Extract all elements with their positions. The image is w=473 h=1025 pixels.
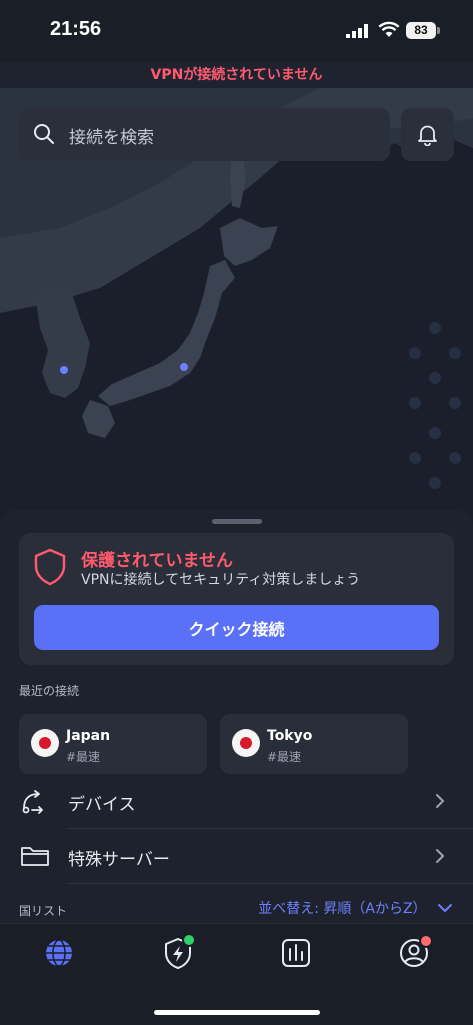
clock: 21:56	[50, 18, 102, 40]
home-indicator	[154, 1010, 320, 1015]
japan-flag-icon	[31, 729, 59, 757]
sort-selector[interactable]: 並べ替え: 昇順（AからZ）	[258, 898, 453, 918]
wifi-icon	[378, 21, 400, 37]
shield-alert-icon	[34, 548, 66, 586]
bell-icon	[418, 125, 437, 146]
status-bar: 21:56 83	[0, 0, 473, 62]
tab-profile[interactable]	[396, 934, 433, 971]
menu-item-devices[interactable]: デバイス	[0, 774, 473, 828]
recent-connections-heading: 最近の接続	[19, 684, 80, 698]
protection-subtitle: VPNに接続してセキュリティ対策しましょう	[81, 572, 361, 588]
chevron-down-icon	[438, 904, 452, 913]
sort-label: 並べ替え: 昇順（AからZ）	[258, 901, 427, 917]
menu-item-label: 特殊サーバー	[68, 850, 170, 870]
recent-item-tag: #最速	[66, 750, 101, 764]
globe-icon	[46, 939, 72, 967]
chevron-right-icon	[436, 849, 445, 863]
search-icon	[34, 124, 54, 144]
menu-item-special-servers[interactable]: 特殊サーバー	[0, 829, 473, 883]
country-list-heading: 国リスト	[19, 904, 68, 918]
recent-item-japan[interactable]: Japan #最速	[19, 714, 207, 774]
folder-icon	[21, 847, 49, 866]
server-marker-korea[interactable]	[60, 366, 68, 374]
vpn-status-banner: VPNが接続されていません	[150, 67, 323, 83]
tab-stats[interactable]	[278, 935, 314, 971]
recent-item-tokyo[interactable]: Tokyo #最速	[220, 714, 408, 774]
tab-threat-protection[interactable]	[160, 933, 196, 971]
status-dot	[182, 933, 196, 947]
japan-flag-icon	[232, 729, 260, 757]
notifications-button[interactable]	[401, 108, 454, 161]
divider	[68, 883, 473, 884]
recent-item-tag: #最速	[267, 750, 302, 764]
search-input[interactable]: 接続を検索	[69, 123, 154, 148]
stats-icon	[282, 939, 310, 967]
menu-item-label: デバイス	[68, 795, 136, 815]
sheet-handle[interactable]	[212, 519, 262, 524]
server-marker-japan[interactable]	[180, 363, 188, 371]
devices-icon	[22, 790, 43, 814]
quick-connect-button[interactable]: クイック接続	[34, 605, 439, 650]
protection-title: 保護されていません	[81, 551, 233, 571]
battery-tip	[437, 27, 440, 34]
recent-item-name: Tokyo	[267, 728, 313, 744]
battery-icon: 83	[406, 22, 436, 39]
tab-globe[interactable]	[41, 935, 77, 971]
recent-item-name: Japan	[66, 728, 111, 744]
chevron-right-icon	[436, 794, 445, 808]
search-bar[interactable]: 接続を検索	[19, 108, 390, 161]
cellular-signal-icon	[346, 24, 368, 38]
notification-dot	[419, 934, 433, 948]
